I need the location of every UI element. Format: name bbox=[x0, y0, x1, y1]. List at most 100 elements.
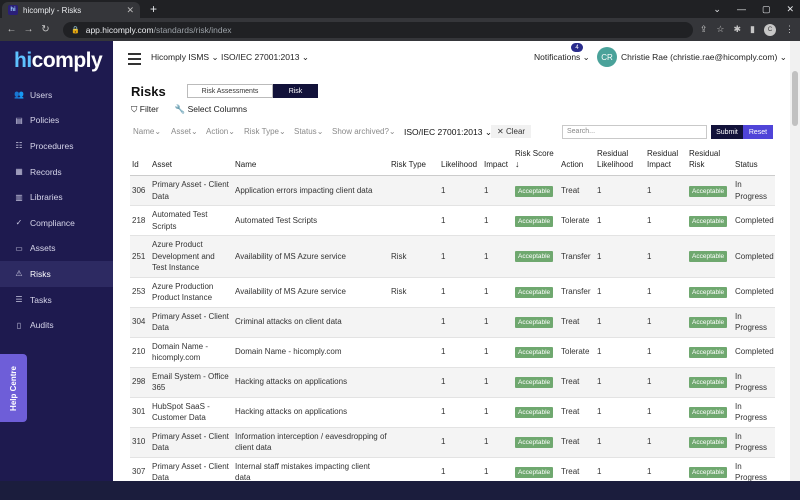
table-row[interactable]: 298 Email System - Office 365 Hacking atta… bbox=[130, 367, 775, 398]
cell-name: Internal staff mistakes impacting client… bbox=[233, 457, 389, 481]
column-header[interactable]: Name bbox=[233, 148, 389, 176]
cell-status: Completed bbox=[733, 205, 775, 236]
table-row[interactable]: 301 HubSpot SaaS - Customer Data Hacking a… bbox=[130, 397, 775, 428]
tab-risk[interactable]: Risk bbox=[273, 84, 318, 98]
action-filter[interactable]: Action⌄ bbox=[206, 127, 235, 136]
show-archived-filter[interactable]: Show archived?⌄ bbox=[332, 127, 396, 136]
sidebar-item-label: Policies bbox=[30, 115, 60, 126]
tasks-icon: ☰ bbox=[15, 295, 23, 305]
column-header[interactable]: Status bbox=[733, 148, 775, 176]
column-header-risk-score[interactable]: Risk Score ↓ bbox=[513, 148, 559, 176]
status-badge: Acceptable bbox=[515, 251, 554, 263]
column-header[interactable]: Asset bbox=[150, 148, 233, 176]
cell-r-impact: 1 bbox=[645, 367, 687, 398]
notifications-menu[interactable]: Notifications ⌄ 4 bbox=[534, 43, 590, 63]
sidebar-toggle-icon[interactable]: ▮ bbox=[750, 24, 755, 35]
cell-impact: 1 bbox=[482, 427, 513, 458]
chevron-down-icon[interactable]: ⌄ bbox=[713, 2, 721, 16]
back-icon[interactable]: ← bbox=[4, 24, 19, 35]
sidebar-item-records[interactable]: ▦ Records bbox=[0, 159, 113, 185]
share-icon[interactable]: ⇪ bbox=[700, 24, 708, 35]
browser-menu-icon[interactable]: ⋮ bbox=[785, 24, 794, 35]
column-header[interactable]: Impact bbox=[482, 148, 513, 176]
sidebar-item-libraries[interactable]: ▥ Libraries bbox=[0, 184, 113, 210]
user-menu[interactable]: Christie Rae (christie.rae@hicomply.com)… bbox=[621, 52, 787, 63]
cell-score: Acceptable bbox=[513, 175, 559, 206]
filter-button[interactable]: ⛉ Filter bbox=[131, 104, 159, 115]
sidebar-item-procedures[interactable]: ☷ Procedures bbox=[0, 133, 113, 159]
close-window-icon[interactable]: ✕ bbox=[786, 2, 794, 16]
column-header[interactable]: Residual Likelihood bbox=[595, 148, 645, 176]
column-header[interactable]: Id bbox=[130, 148, 150, 176]
tab-risk-assessments[interactable]: Risk Assessments bbox=[187, 84, 273, 98]
cell-impact: 1 bbox=[482, 205, 513, 236]
cell-asset: Email System - Office 365 bbox=[150, 367, 233, 398]
maximize-icon[interactable]: ▢ bbox=[762, 2, 771, 16]
select-columns-button[interactable]: 🔧 Select Columns bbox=[175, 104, 248, 115]
cell-action: Transfer bbox=[559, 235, 595, 278]
scrollbar-thumb[interactable] bbox=[792, 71, 798, 126]
extensions-icon[interactable]: ✱ bbox=[734, 24, 742, 35]
sidebar-item-users[interactable]: 👥 Users bbox=[0, 82, 113, 108]
standard-filter[interactable]: ISO/IEC 27001:2013 ⌄ bbox=[404, 127, 492, 138]
column-header[interactable]: Likelihood bbox=[439, 148, 482, 176]
close-tab-icon[interactable]: ✕ bbox=[126, 5, 134, 16]
org-select[interactable]: Hicomply ISMS ⌄ bbox=[151, 52, 219, 63]
avatar[interactable]: CR bbox=[597, 47, 617, 67]
sidebar-item-tasks[interactable]: ☰ Tasks bbox=[0, 287, 113, 313]
hicomply-logo[interactable]: hicomply bbox=[14, 49, 103, 73]
sidebar-item-audits[interactable]: ▯ Audits bbox=[0, 312, 113, 338]
asset-filter[interactable]: Asset⌄ bbox=[171, 127, 198, 136]
column-header[interactable]: Residual Risk bbox=[687, 148, 733, 176]
menu-icon[interactable] bbox=[128, 53, 141, 68]
sidebar-item-compliance[interactable]: ✓ Compliance bbox=[0, 210, 113, 236]
cell-likelihood: 1 bbox=[439, 427, 482, 458]
cell-action: Treat bbox=[559, 307, 595, 338]
browser-tab[interactable]: hi hicomply - Risks ✕ bbox=[2, 2, 140, 18]
table-row[interactable]: 210 Domain Name - hicomply.com Domain Name… bbox=[130, 337, 775, 368]
browser-profile-avatar[interactable]: C bbox=[764, 23, 776, 36]
page-scrollbar[interactable] bbox=[790, 41, 800, 481]
column-header[interactable]: Residual Impact bbox=[645, 148, 687, 176]
reset-button[interactable]: Reset bbox=[743, 125, 773, 139]
cell-impact: 1 bbox=[482, 367, 513, 398]
help-centre-button[interactable]: Help Centre bbox=[0, 354, 27, 422]
table-row[interactable]: 253 Azure Production Product Instance Avai… bbox=[130, 277, 775, 308]
cell-action: Treat bbox=[559, 427, 595, 458]
table-row[interactable]: 304 Primary Asset - Client Data Criminal a… bbox=[130, 307, 775, 338]
table-row[interactable]: 310 Primary Asset - Client Data Informatio… bbox=[130, 427, 775, 458]
cell-status: In Progress bbox=[733, 397, 775, 428]
cell-risk-type bbox=[389, 337, 439, 368]
url-field[interactable]: 🔒 app.hicomply.com/standards/risk/index bbox=[63, 21, 693, 38]
sidebar-item-risks[interactable]: ⚠ Risks bbox=[0, 261, 113, 287]
table-row[interactable]: 251 Azure Product Development and Test In… bbox=[130, 235, 775, 278]
cell-name: Criminal attacks on client data bbox=[233, 307, 389, 338]
cell-r-likelihood: 1 bbox=[595, 397, 645, 428]
name-filter[interactable]: Name⌄ bbox=[133, 127, 161, 136]
reload-icon[interactable]: ↻ bbox=[38, 24, 53, 35]
star-icon[interactable]: ☆ bbox=[716, 24, 724, 35]
warning-icon: ⚠ bbox=[15, 269, 23, 279]
status-filter[interactable]: Status⌄ bbox=[294, 127, 323, 136]
standard-select[interactable]: ISO/IEC 27001:2013 ⌄ bbox=[221, 52, 309, 63]
forward-icon[interactable]: → bbox=[21, 24, 36, 35]
table-row[interactable]: 307 Primary Asset - Client Data Internal s… bbox=[130, 457, 775, 481]
minimize-icon[interactable]: — bbox=[737, 2, 746, 16]
new-tab-icon[interactable]: + bbox=[150, 2, 157, 16]
sidebar-item-policies[interactable]: ▤ Policies bbox=[0, 108, 113, 134]
cell-risk-type bbox=[389, 367, 439, 398]
table-row[interactable]: 306 Primary Asset - Client Data Applicatio… bbox=[130, 175, 775, 206]
risk-type-filter[interactable]: Risk Type⌄ bbox=[244, 127, 286, 136]
cell-asset: Azure Product Development and Test Insta… bbox=[150, 235, 233, 278]
column-header[interactable]: Risk Type bbox=[389, 148, 439, 176]
submit-button[interactable]: Submit bbox=[711, 125, 743, 139]
cell-likelihood: 1 bbox=[439, 307, 482, 338]
column-header[interactable]: Action bbox=[559, 148, 595, 176]
sidebar-item-assets[interactable]: ▭ Assets bbox=[0, 236, 113, 262]
cell-r-likelihood: 1 bbox=[595, 307, 645, 338]
table-row[interactable]: 218 Automated Test Scripts Automated Test … bbox=[130, 205, 775, 236]
clear-filters-button[interactable]: ✕ Clear bbox=[491, 125, 532, 138]
cell-r-likelihood: 1 bbox=[595, 205, 645, 236]
search-input[interactable]: Search... bbox=[562, 125, 707, 139]
cell-r-likelihood: 1 bbox=[595, 277, 645, 308]
